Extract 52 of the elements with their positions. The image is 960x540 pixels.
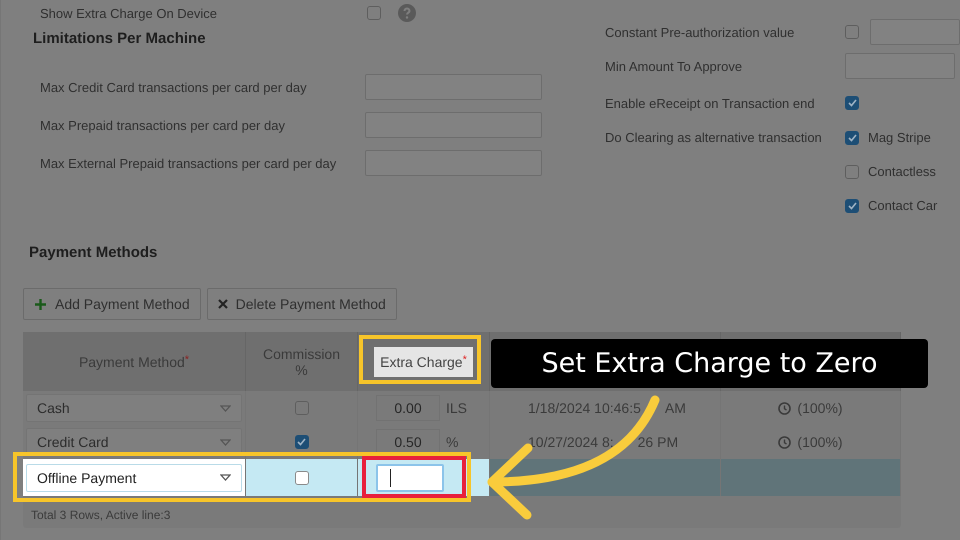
caret-icon	[220, 404, 231, 412]
checkbox[interactable]	[294, 401, 308, 415]
field-label: Max Credit Card transactions per card per day	[40, 80, 308, 94]
close-icon	[218, 299, 228, 309]
highlighted-header: Extra Charge*	[374, 346, 473, 376]
setting-label: Enable eReceipt on Transaction end	[605, 96, 816, 110]
date-text: 1/18/2024 10:46:5	[528, 400, 641, 416]
checkbox[interactable]	[845, 164, 859, 178]
check-icon	[297, 438, 306, 446]
status-text: (100%)	[797, 434, 843, 450]
option-label: Mag Stripe	[868, 130, 931, 145]
field-label: Max Prepaid transactions per card per day	[40, 118, 286, 132]
setting-label: Do Clearing as alternative transaction	[605, 130, 823, 145]
checkbox[interactable]	[845, 198, 859, 212]
help-icon	[398, 4, 416, 22]
date-text: AM	[664, 400, 686, 416]
unit-label: %	[446, 434, 458, 450]
checkbox[interactable]	[845, 25, 859, 39]
checkbox[interactable]	[845, 96, 859, 110]
check-icon	[848, 99, 856, 107]
callout-label: Set Extra Charge to Zero	[491, 339, 928, 388]
method-select[interactable]: Cash	[26, 394, 242, 422]
section-heading: Limitations Per Machine	[33, 30, 206, 46]
plus-icon	[34, 298, 47, 310]
section-heading: Payment Methods	[29, 244, 158, 260]
unit-label: ILS	[446, 400, 468, 416]
amount-field[interactable]: 0.00	[376, 395, 440, 421]
add-button[interactable]: Add Payment Method	[23, 288, 201, 320]
date-text: 10/27/2024 8:	[528, 434, 614, 450]
clock-icon	[778, 402, 792, 414]
setting-label: Min Amount To Approve	[605, 58, 744, 74]
checkbox[interactable]	[294, 470, 308, 484]
clock-icon	[778, 436, 792, 448]
status-text: (100%)	[797, 400, 843, 416]
check-icon	[848, 134, 856, 142]
amount-field[interactable]	[376, 464, 444, 492]
option-label: Contact Car	[868, 198, 938, 213]
setting-label: Show Extra Charge On Device	[40, 6, 218, 20]
checkbox[interactable]	[367, 6, 381, 20]
checkbox[interactable]	[845, 130, 859, 144]
caret-icon	[220, 438, 231, 446]
delete-button[interactable]: Delete Payment Method	[206, 288, 397, 320]
field-label: Max External Prepaid transactions per card per day	[40, 156, 338, 170]
table-footer: Total 3 Rows, Active line:3	[23, 496, 901, 522]
method-select[interactable]: Offline Payment	[26, 464, 242, 492]
checkbox[interactable]	[294, 435, 308, 449]
date-text: 26 PM	[638, 434, 678, 450]
amount-field[interactable]: 0.50	[376, 429, 440, 455]
option-label: Contactless	[868, 164, 936, 179]
check-icon	[848, 202, 856, 210]
setting-label: Constant Pre-authorization value	[605, 24, 796, 40]
caret-icon	[220, 474, 231, 481]
